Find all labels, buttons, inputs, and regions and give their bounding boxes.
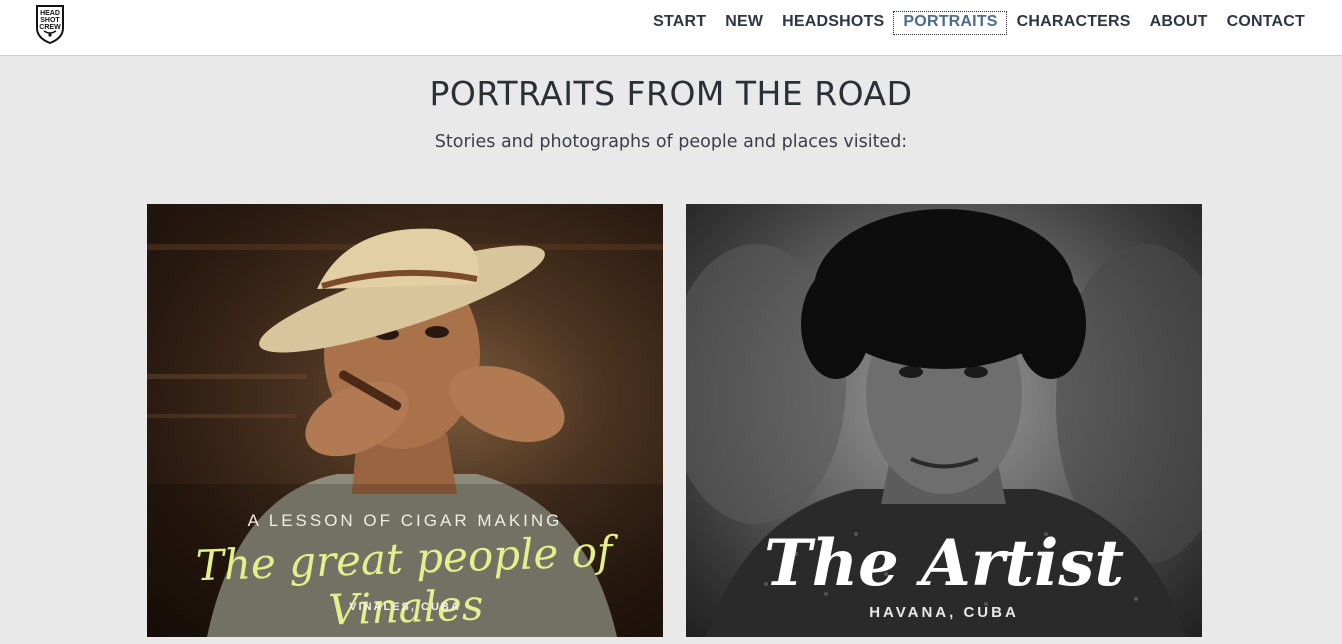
nav-contact[interactable]: CONTACT: [1217, 11, 1314, 35]
nav-characters[interactable]: CHARACTERS: [1007, 11, 1140, 35]
page-title: PORTRAITS FROM THE ROAD: [429, 74, 913, 113]
card-headline: The great people of Vinales: [195, 526, 614, 635]
logo-line-3: CREW: [39, 24, 61, 31]
nav-headshots[interactable]: HEADSHOTS: [772, 11, 893, 35]
main-nav: START NEW HEADSHOTS PORTRAITS CHARACTERS…: [643, 11, 1314, 35]
headshot-crew-logo[interactable]: HEAD SHOT CREW: [33, 4, 67, 44]
portrait-card-artist[interactable]: The Artist HAVANA, CUBA: [686, 204, 1202, 637]
nav-new[interactable]: NEW: [715, 11, 772, 35]
nav-about[interactable]: ABOUT: [1140, 11, 1217, 35]
logo-line-1: HEAD: [40, 10, 60, 17]
card-headline: The Artist: [764, 526, 1124, 601]
nav-start[interactable]: START: [643, 11, 715, 35]
logo-line-2: SHOT: [40, 17, 60, 24]
top-navbar: HEAD SHOT CREW START NEW HEADSHOTS PORTR…: [0, 0, 1342, 56]
page-subtitle: Stories and photographs of people and pl…: [434, 132, 908, 152]
logo-text: HEAD SHOT CREW: [33, 10, 67, 31]
card-place: HAVANA, CUBA: [869, 604, 1019, 621]
card-place: VINALES, CUBA: [349, 601, 461, 613]
nav-portraits[interactable]: PORTRAITS: [893, 11, 1007, 35]
portrait-card-vinales[interactable]: A LESSON OF CIGAR MAKING The great peopl…: [147, 204, 663, 637]
